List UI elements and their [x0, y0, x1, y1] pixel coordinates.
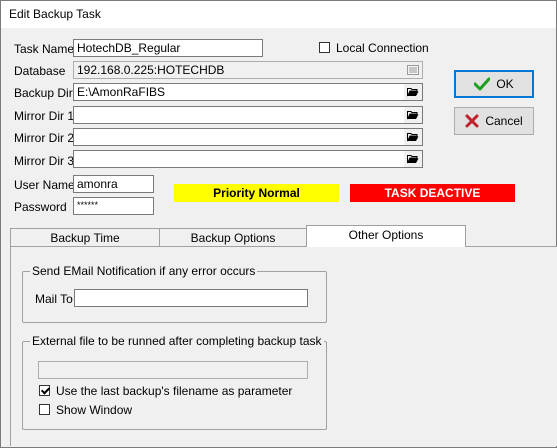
folder-open-icon: [407, 111, 419, 120]
folder-open-icon: [407, 155, 419, 164]
checkmark-icon: [474, 77, 491, 91]
title-bar[interactable]: Edit Backup Task: [1, 1, 556, 28]
backup-dir-field[interactable]: E:\AmonRaFIBS: [73, 83, 423, 101]
user-name-label: User Name: [14, 178, 75, 192]
cancel-button-label: Cancel: [485, 114, 523, 128]
use-last-filename-label: Use the last backup's filename as parame…: [56, 384, 293, 398]
mirror-dir-2-browse-button[interactable]: [404, 129, 422, 145]
password-label: Password: [14, 200, 67, 214]
list-icon: [407, 65, 419, 75]
mirror-dir-2-label: Mirror Dir 2: [14, 131, 74, 145]
database-field[interactable]: 192.168.0.225:HOTECHDB: [73, 61, 423, 79]
mirror-dir-3-label: Mirror Dir 3: [14, 154, 74, 168]
mirror-dir-1-label: Mirror Dir 1: [14, 109, 74, 123]
dialog-client-area: Task Name HotechDB_Regular Local Connect…: [1, 28, 557, 447]
database-value: 192.168.0.225:HOTECHDB: [77, 63, 225, 77]
task-name-label: Task Name: [14, 42, 75, 56]
priority-badge: Priority Normal: [174, 184, 339, 202]
mirror-dir-2-field[interactable]: [73, 128, 423, 146]
mirror-dir-1-browse-button[interactable]: [404, 107, 422, 123]
external-file-input[interactable]: [38, 361, 308, 379]
mirror-dir-1-field[interactable]: [73, 106, 423, 124]
user-name-input[interactable]: amonra: [73, 175, 154, 193]
folder-open-icon: [407, 88, 419, 97]
edit-backup-task-window: Edit Backup Task Task Name HotechDB_Regu…: [0, 0, 557, 448]
external-file-legend: External file to be runned after complet…: [30, 334, 324, 348]
task-name-input[interactable]: HotechDB_Regular: [73, 39, 263, 57]
x-icon: [465, 114, 479, 128]
external-file-group: External file to be runned after complet…: [22, 334, 327, 430]
ok-button-label: OK: [496, 77, 514, 91]
task-state-badge: TASK DEACTIVE: [350, 184, 515, 202]
window-title: Edit Backup Task: [9, 7, 101, 21]
backup-dir-browse-button[interactable]: [404, 84, 422, 100]
ok-button[interactable]: OK: [454, 70, 534, 98]
task-state-text: TASK DEACTIVE: [384, 186, 481, 200]
database-label: Database: [14, 64, 66, 78]
password-input[interactable]: ******: [73, 197, 154, 215]
show-window-checkbox[interactable]: [39, 404, 50, 415]
backup-dir-value: E:\AmonRaFIBS: [77, 85, 166, 99]
mirror-dir-3-browse-button[interactable]: [404, 151, 422, 167]
tab-backup-time[interactable]: Backup Time: [10, 228, 160, 247]
use-last-filename-checkbox[interactable]: [39, 385, 50, 396]
mirror-dir-3-field[interactable]: [73, 150, 423, 168]
local-connection-checkbox[interactable]: [319, 42, 330, 53]
tab-other-options[interactable]: Other Options: [306, 225, 466, 247]
local-connection-label: Local Connection: [336, 41, 429, 55]
folder-open-icon: [407, 133, 419, 142]
backup-dir-label: Backup Dir: [14, 86, 73, 100]
show-window-label: Show Window: [56, 403, 133, 417]
priority-text: Priority Normal: [213, 186, 300, 200]
tab-backup-options[interactable]: Backup Options: [159, 228, 307, 247]
cancel-button[interactable]: Cancel: [454, 107, 534, 135]
database-picker-button[interactable]: [404, 62, 422, 78]
mail-to-label: Mail To: [35, 292, 73, 306]
email-notification-group: Send EMail Notification if any error occ…: [22, 264, 327, 323]
email-notification-legend: Send EMail Notification if any error occ…: [30, 264, 258, 278]
other-options-panel: Send EMail Notification if any error occ…: [10, 246, 557, 446]
mail-to-input[interactable]: [74, 289, 308, 307]
